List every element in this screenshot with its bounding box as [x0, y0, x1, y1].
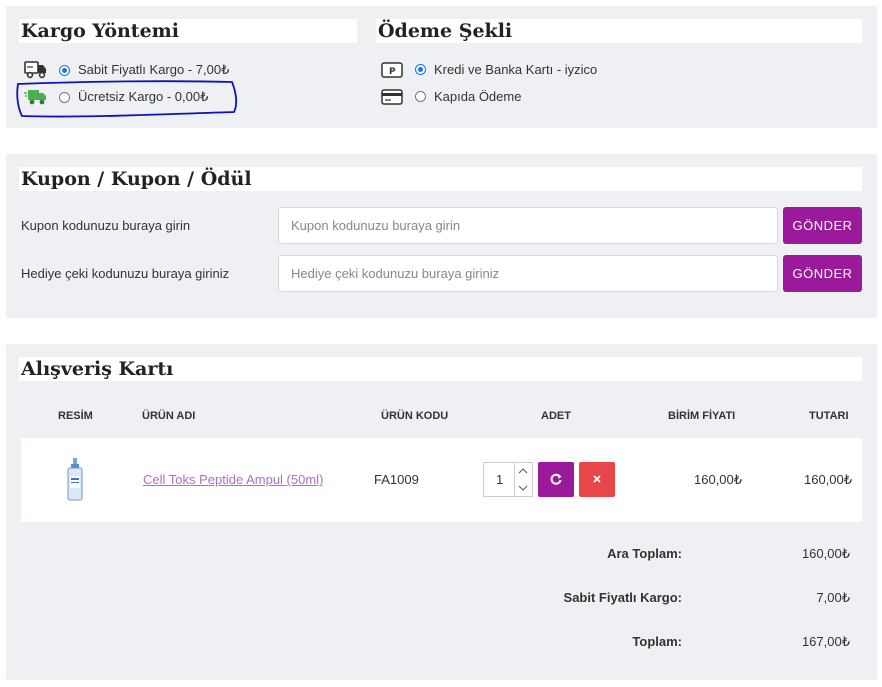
unit-price: 160,00₺ [694, 472, 743, 487]
update-button[interactable] [538, 462, 574, 497]
payment-card-radio[interactable] [415, 64, 426, 75]
coupon-code-label: Kupon kodunuzu buraya girin [21, 218, 191, 233]
payment-card-label: Kredi ve Banka Kartı - iyzico [434, 62, 598, 77]
payment-cod-radio[interactable] [415, 91, 426, 102]
remove-button[interactable] [579, 462, 615, 497]
payment-option-card[interactable]: Kredi ve Banka Kartı - iyzico [415, 62, 597, 77]
chevron-down-icon[interactable] [517, 484, 529, 492]
header-name: ÜRÜN ADI [142, 410, 196, 422]
truck-icon [24, 61, 46, 79]
product-name-link[interactable]: Cell Toks Peptide Ampul (50ml) [143, 472, 323, 487]
coupon-title: Kupon / Kupon / Ödül [19, 167, 862, 191]
header-unit-price: BİRİM FİYATI [668, 410, 736, 422]
gift-code-input[interactable]: Hediye çeki kodunuzu buraya giriniz [278, 255, 778, 292]
coupon-code-input[interactable]: Kupon kodunuzu buraya girin [278, 207, 778, 244]
annotation-outline [16, 80, 238, 118]
header-total: TUTARI [809, 410, 849, 422]
gift-submit-button[interactable]: GÖNDER [783, 255, 862, 292]
product-image[interactable] [66, 458, 84, 502]
refresh-icon [550, 473, 562, 485]
shipping-total-value: 7,00₺ [816, 590, 850, 605]
subtotal-label: Ara Toplam: [607, 546, 682, 561]
shipping-fixed-label: Sabit Fiyatlı Kargo - 7,00₺ [78, 62, 230, 77]
gift-code-label: Hediye çeki kodunuzu buraya giriniz [21, 266, 230, 281]
payment-cod-label: Kapıda Ödeme [434, 89, 522, 104]
coupon-submit-button[interactable]: GÖNDER [783, 207, 862, 244]
paypal-card-icon: P [381, 62, 403, 78]
cart-title: Alışveriş Kartı [19, 357, 862, 381]
close-icon [593, 475, 601, 483]
grand-total-value: 167,00₺ [801, 634, 850, 649]
header-qty: ADET [541, 410, 571, 422]
shipping-total-label: Sabit Fiyatlı Kargo: [563, 590, 682, 605]
header-image: RESİM [58, 410, 93, 422]
header-code: ÜRÜN KODU [381, 410, 449, 422]
line-total: 160,00₺ [804, 472, 853, 487]
svg-text:P: P [389, 67, 396, 77]
quantity-stepper[interactable]: 1 [483, 462, 533, 497]
quantity-value[interactable]: 1 [496, 472, 503, 487]
shipping-option-fixed[interactable]: Sabit Fiyatlı Kargo - 7,00₺ [59, 62, 229, 78]
shipping-fixed-radio[interactable] [59, 64, 70, 76]
product-code: FA1009 [374, 472, 419, 487]
shipping-title: Kargo Yöntemi [19, 19, 357, 43]
payment-option-cod[interactable]: Kapıda Ödeme [415, 89, 521, 104]
subtotal-value: 160,00₺ [801, 546, 850, 561]
chevron-up-icon[interactable] [517, 467, 529, 475]
grand-total-label: Toplam: [632, 634, 682, 649]
payment-title: Ödeme Şekli [376, 19, 862, 43]
credit-card-icon [381, 89, 403, 105]
